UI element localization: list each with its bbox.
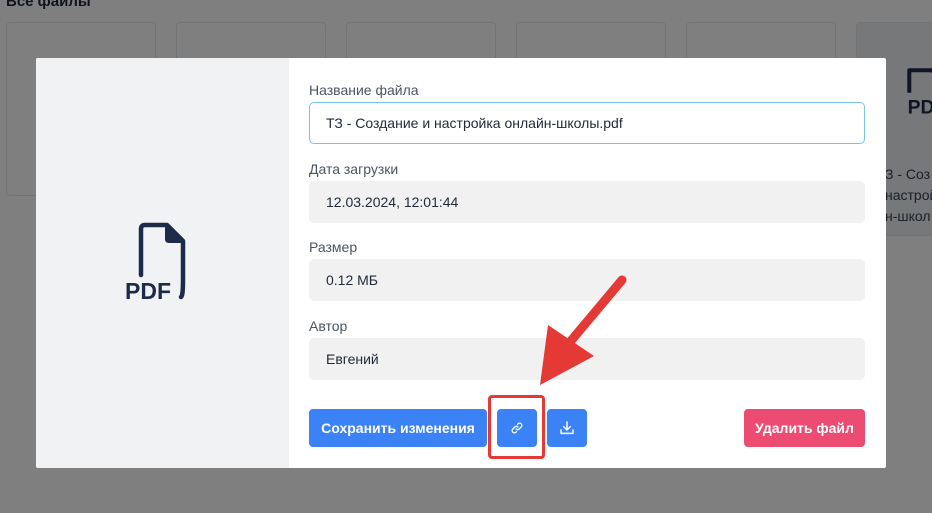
upload-date-label: Дата загрузки — [309, 161, 399, 177]
red-arrow-icon — [540, 275, 627, 385]
file-name-input[interactable] — [309, 102, 865, 144]
file-details-form: Название файла Дата загрузки 12.03.2024,… — [289, 58, 886, 468]
save-changes-button[interactable]: Сохранить изменения — [309, 409, 487, 447]
modal-actions: Сохранить изменения Удалить файл — [309, 409, 865, 447]
download-icon — [560, 421, 574, 435]
file-name-field: Название файла — [309, 80, 865, 144]
highlight-box — [488, 395, 545, 459]
download-button[interactable] — [547, 409, 587, 447]
file-preview: PDF — [36, 58, 289, 468]
upload-date-value: 12.03.2024, 12:01:44 — [309, 181, 865, 223]
file-size-label: Размер — [309, 239, 358, 255]
upload-date-field: Дата загрузки 12.03.2024, 12:01:44 — [309, 159, 865, 223]
delete-file-button[interactable]: Удалить файл — [744, 409, 865, 447]
pdf-file-icon: PDF — [125, 222, 185, 304]
file-details-modal: PDF Название файла Дата загрузки 12.03.2… — [36, 58, 886, 468]
pdf-icon-text: PDF — [125, 278, 171, 304]
file-name-label: Название файла — [309, 82, 419, 98]
